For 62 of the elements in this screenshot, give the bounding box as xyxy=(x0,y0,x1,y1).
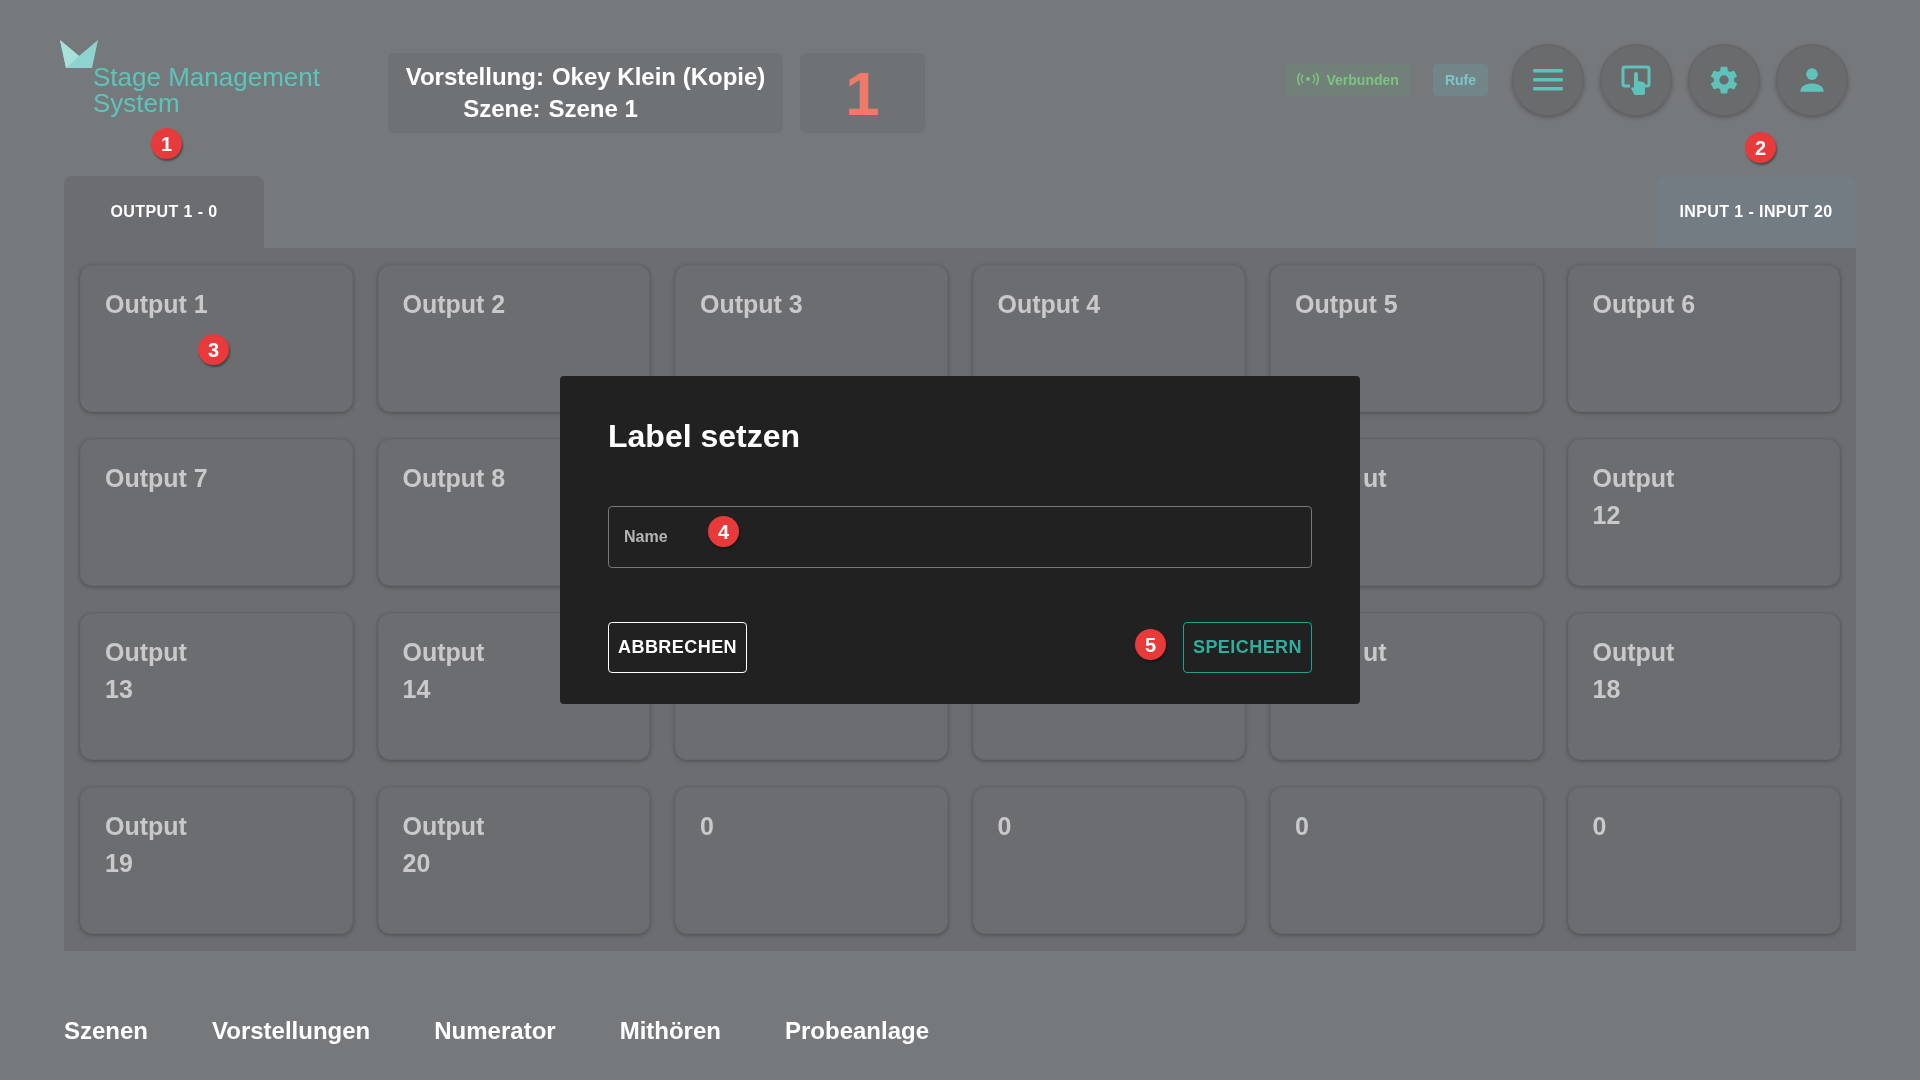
scene-name: Szene 1 xyxy=(548,94,638,124)
nav-link[interactable]: Mithören xyxy=(619,1013,721,1049)
output-card[interactable]: 0 xyxy=(675,787,948,934)
user-button[interactable] xyxy=(1776,44,1848,116)
menu-button[interactable] xyxy=(1512,44,1584,116)
signal-icon xyxy=(1296,72,1319,88)
output-label: Output 6 xyxy=(1592,289,1697,320)
output-label: Output 3 xyxy=(700,289,804,320)
output-label: Output 13 xyxy=(105,637,188,705)
user-icon xyxy=(1798,66,1826,94)
output-label: Output 18 xyxy=(1592,637,1676,705)
touch-button[interactable] xyxy=(1600,44,1672,116)
tab[interactable]: INPUT 1 - INPUT 20 xyxy=(1656,176,1856,248)
output-card[interactable]: Output 6 xyxy=(1567,265,1840,412)
output-card[interactable]: 0 xyxy=(972,787,1245,934)
output-label: 0 xyxy=(1295,811,1310,842)
cancel-button[interactable]: ABBRECHEN xyxy=(608,622,748,673)
callout-badge: 1 xyxy=(151,128,182,159)
performance-name: Okey Klein (Kopie) xyxy=(551,62,766,92)
nav-link[interactable]: Vorstellungen xyxy=(212,1013,371,1049)
output-card[interactable]: Output 18 xyxy=(1567,613,1840,760)
nav-link[interactable]: Szenen xyxy=(64,1013,149,1049)
output-label: Output 20 xyxy=(402,811,486,879)
performance-label: Vorstellung: xyxy=(405,62,544,92)
output-card[interactable]: Output 12 xyxy=(1567,439,1840,586)
output-card[interactable]: Output 2 xyxy=(377,265,650,412)
output-label: 0 xyxy=(997,811,1013,842)
output-label: ut xyxy=(1363,463,1388,494)
output-card[interactable]: Output 5 xyxy=(1270,265,1543,412)
output-card[interactable]: Output 19 xyxy=(80,787,353,934)
menu-icon xyxy=(1533,69,1563,91)
callout-badge: 2 xyxy=(1745,132,1776,163)
output-label: Output 5 xyxy=(1295,289,1399,320)
output-label: ut xyxy=(1363,637,1388,668)
output-card[interactable]: 0 xyxy=(1270,787,1543,934)
output-label: Output 2 xyxy=(402,289,507,320)
output-label: Output 4 xyxy=(997,289,1102,320)
settings-icon xyxy=(1708,64,1740,96)
output-label: 0 xyxy=(700,811,715,842)
output-card[interactable]: Output 20 xyxy=(377,787,650,934)
output-card[interactable]: 0 xyxy=(1567,787,1840,934)
nav-link[interactable]: Numerator xyxy=(434,1013,556,1049)
output-card[interactable]: Output 7 xyxy=(80,439,353,586)
connection-status-badge: Verbunden xyxy=(1284,64,1411,96)
touch-screen-icon xyxy=(1620,64,1652,96)
app-name: Stage Management System xyxy=(93,64,321,116)
logo-icon xyxy=(60,40,98,68)
settings-button[interactable] xyxy=(1688,44,1760,116)
output-label: Output 19 xyxy=(105,811,188,879)
output-label: Output 1 xyxy=(105,289,209,320)
tab[interactable]: OUTPUT 1 - 0 xyxy=(64,176,264,248)
call-badge: Rufe xyxy=(1432,64,1488,96)
output-label: Output 12 xyxy=(1592,463,1676,531)
nav-link[interactable]: Probeanlage xyxy=(784,1013,929,1049)
output-label: Output 8 xyxy=(402,463,507,494)
output-label: Output 14 xyxy=(402,637,486,705)
output-card[interactable]: Output 13 xyxy=(80,613,353,760)
save-button[interactable]: SPEICHERN xyxy=(1182,622,1312,673)
scene-counter: 1 xyxy=(800,53,925,133)
output-label: 0 xyxy=(1592,811,1608,842)
output-label: Output 7 xyxy=(105,463,209,494)
scene-label: Szene: xyxy=(463,94,541,124)
